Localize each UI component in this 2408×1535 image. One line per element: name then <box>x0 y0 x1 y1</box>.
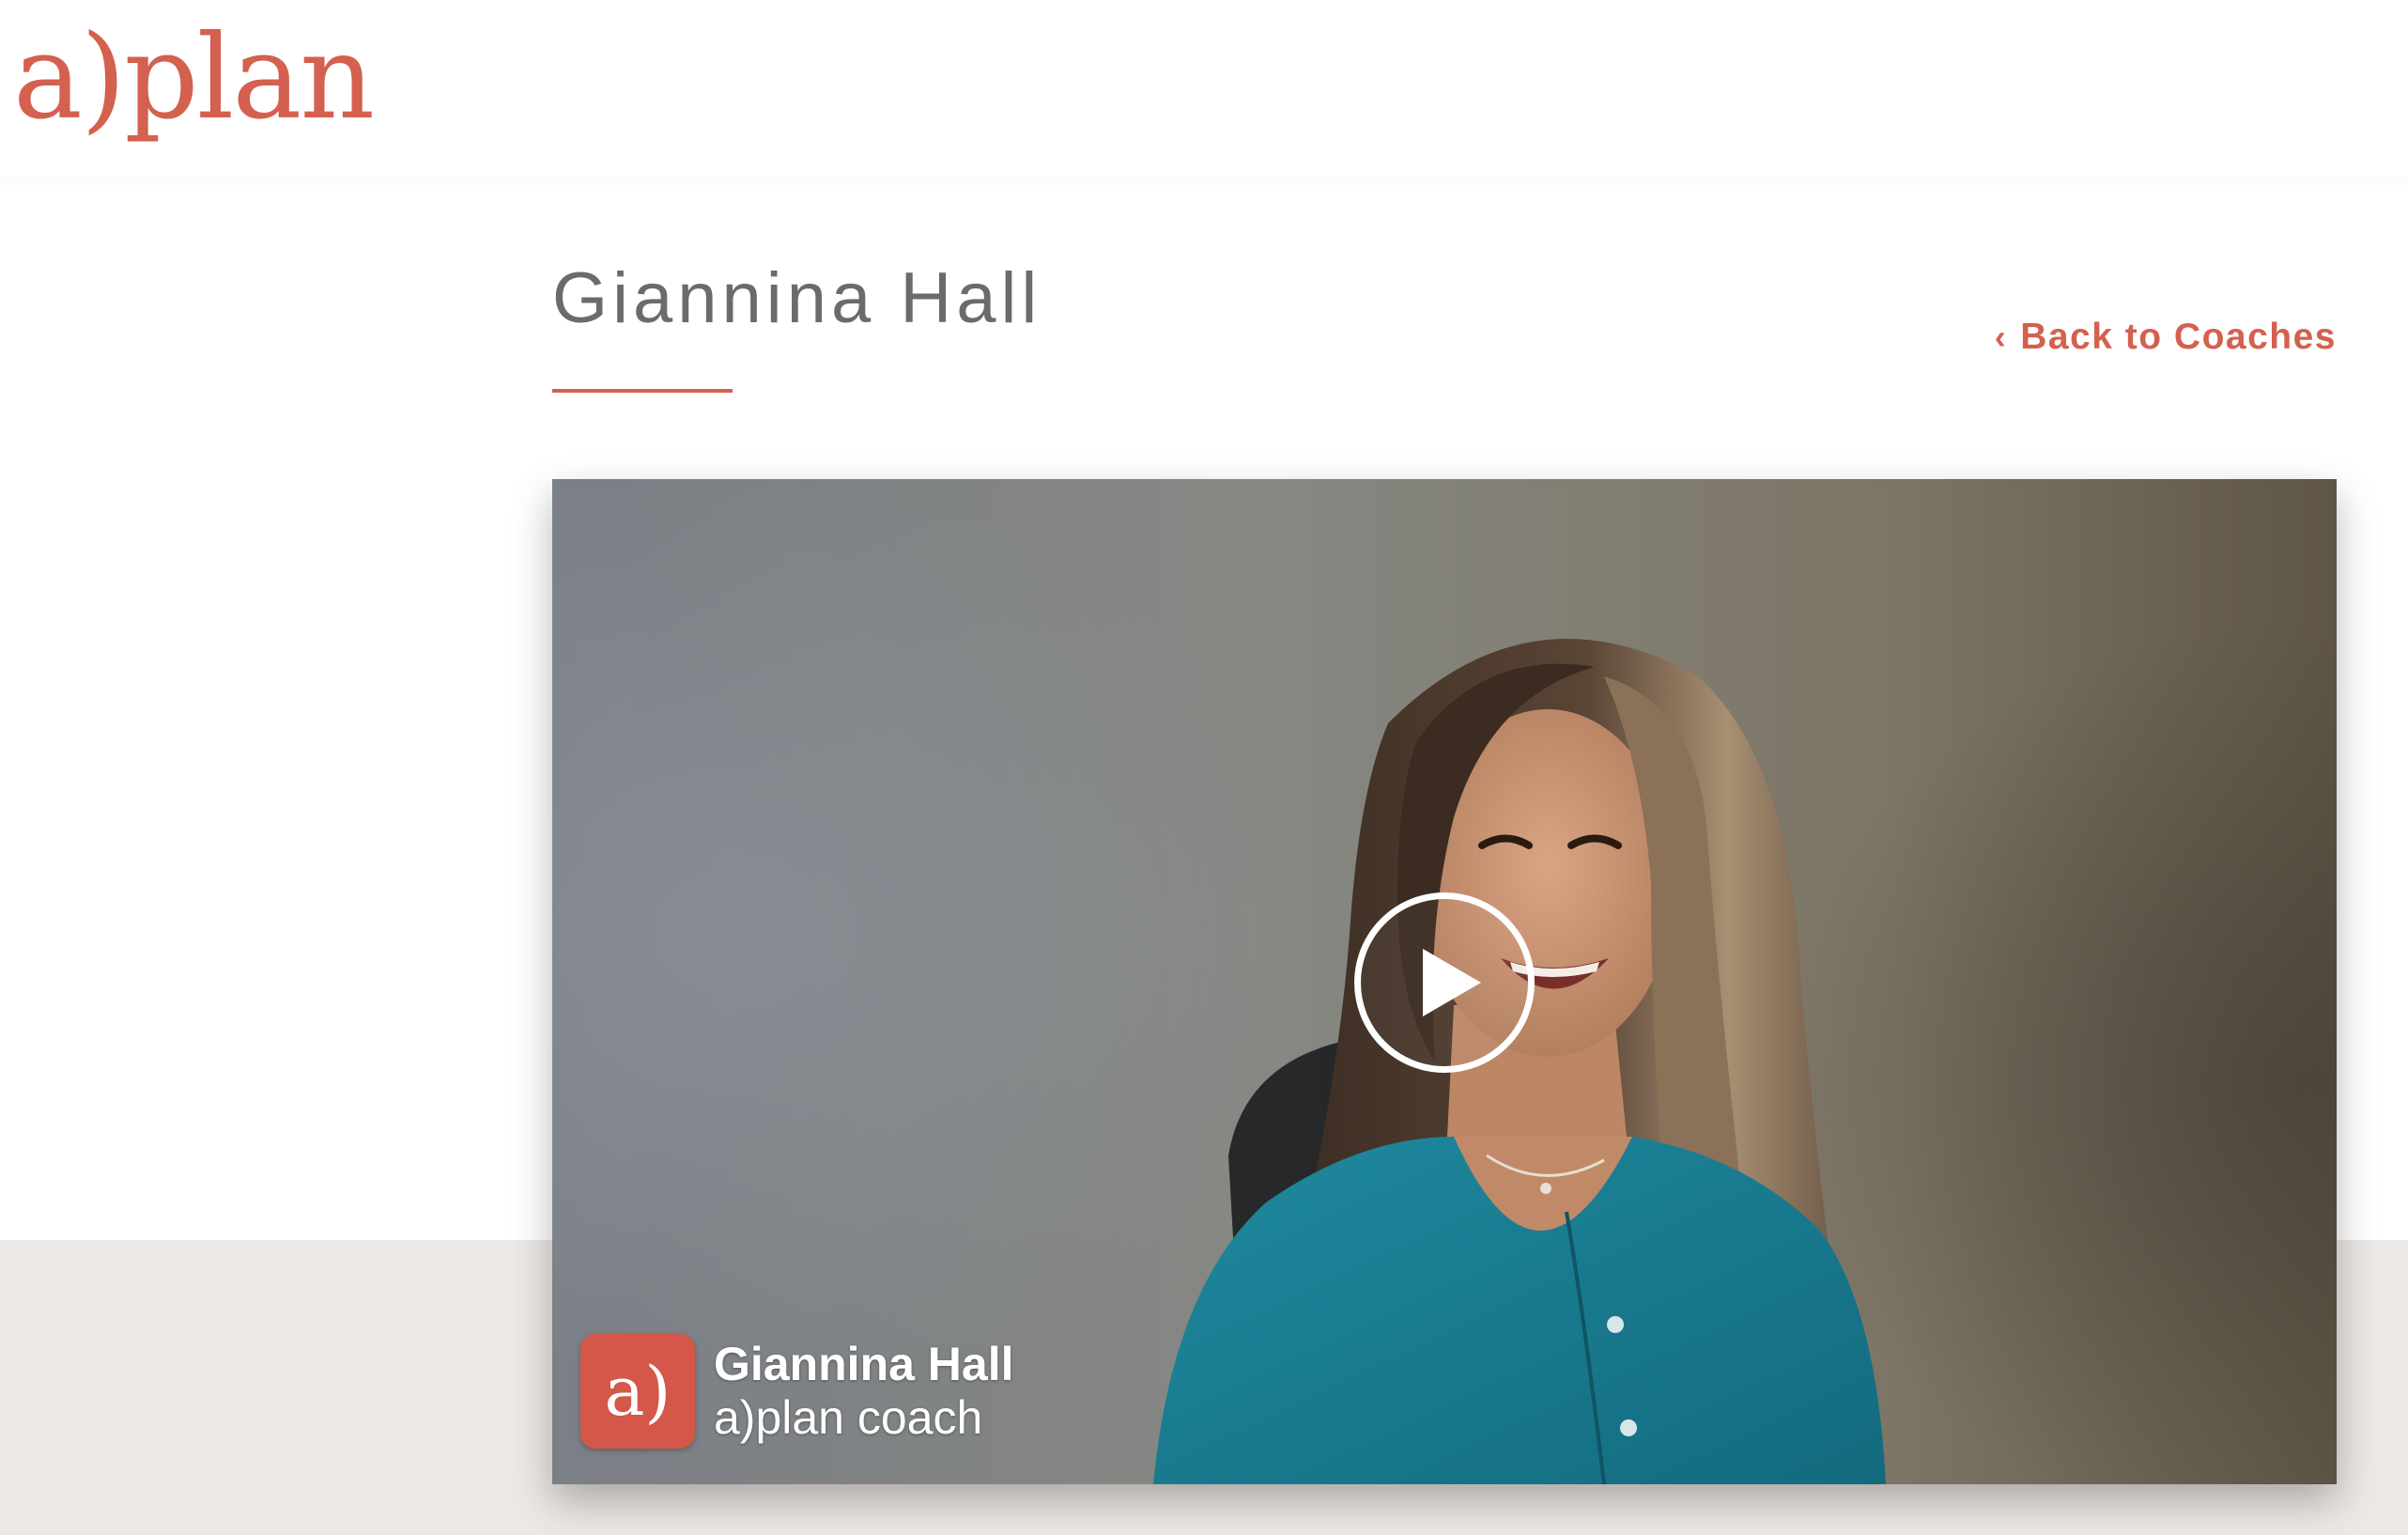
lower-third-text: Giannina Hall a)plan coach <box>714 1338 1014 1445</box>
play-icon <box>1423 949 1481 1016</box>
chevron-left-icon: ‹ <box>1994 318 2008 356</box>
page-title: Giannina Hall <box>552 258 1042 338</box>
aplan-logo[interactable]: a)plan <box>13 8 375 148</box>
coach-video-player[interactable]: a) Giannina Hall a)plan coach <box>552 479 2337 1484</box>
title-underline <box>552 389 733 393</box>
lower-third-subtitle: a)plan coach <box>714 1391 983 1444</box>
aplan-badge-logo: a) <box>580 1334 695 1449</box>
coach-profile-page: a)plan Giannina Hall ‹ Back to Coaches a… <box>0 0 2408 1535</box>
lower-third-name: Giannina Hall <box>714 1338 1014 1390</box>
video-lower-third: a) Giannina Hall a)plan coach <box>580 1332 1014 1450</box>
play-button[interactable] <box>1354 892 1535 1073</box>
site-header: a)plan <box>0 0 2408 177</box>
back-to-coaches-link[interactable]: ‹ Back to Coaches <box>1995 314 2337 361</box>
back-link-label: Back to Coaches <box>2020 317 2337 357</box>
